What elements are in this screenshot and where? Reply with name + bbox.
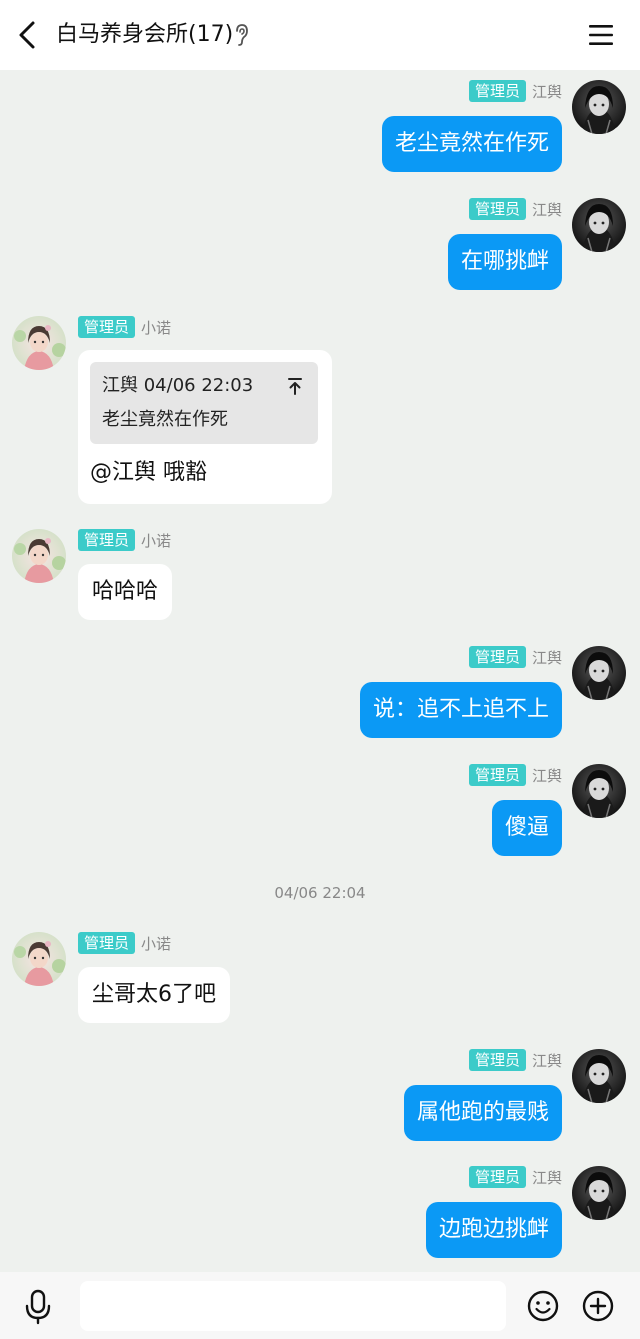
chat-title: 白马养身会所(17) <box>56 22 234 47</box>
reply-text: @江舆 哦豁 <box>90 460 207 485</box>
avatar[interactable] <box>572 1166 626 1220</box>
sender-meta: 管理员 小诺 <box>78 932 171 954</box>
admin-badge: 管理员 <box>468 1049 526 1071</box>
message-bubble[interactable]: 老尘竟然在作死 <box>381 116 562 172</box>
chevron-left-icon[interactable] <box>12 18 44 52</box>
sender-name: 江舆 <box>531 82 562 101</box>
message-bubble[interactable]: 哈哈哈 <box>78 564 173 620</box>
sender-meta: 管理员 江舆 <box>468 1166 562 1188</box>
admin-badge: 管理员 <box>78 316 136 338</box>
message-bubble[interactable]: 在哪挑衅 <box>447 234 562 290</box>
message-bubble[interactable]: 尘哥太6了吧 <box>78 967 230 1023</box>
time-separator: 04/06 22:04 <box>274 884 366 902</box>
avatar[interactable] <box>572 80 626 134</box>
message-bubble[interactable]: 边跑边挑衅 <box>425 1202 562 1258</box>
sender-meta: 管理员 小诺 <box>78 316 171 338</box>
sender-name: 小诺 <box>141 934 172 953</box>
admin-badge: 管理员 <box>468 646 526 668</box>
ear-icon[interactable] <box>232 22 252 48</box>
admin-badge: 管理员 <box>468 764 526 786</box>
message-bubble[interactable]: 说：追不上追不上 <box>359 682 562 738</box>
jump-to-quote-icon[interactable] <box>286 376 304 396</box>
avatar[interactable] <box>572 764 626 818</box>
admin-badge: 管理员 <box>78 932 136 954</box>
admin-badge: 管理员 <box>468 80 526 102</box>
input-bar <box>0 1272 640 1339</box>
admin-badge: 管理员 <box>468 198 526 220</box>
quote-header: 江舆 04/06 22:03 <box>102 375 254 396</box>
admin-badge: 管理员 <box>468 1166 526 1188</box>
plus-icon[interactable] <box>581 1289 615 1323</box>
quote-text: 老尘竟然在作死 <box>102 409 228 430</box>
sender-meta: 管理员 江舆 <box>468 764 562 786</box>
sender-name: 江舆 <box>531 1051 562 1070</box>
sender-meta: 管理员 江舆 <box>468 198 562 220</box>
avatar[interactable] <box>572 646 626 700</box>
message-input[interactable] <box>80 1281 506 1331</box>
sender-name: 小诺 <box>141 318 172 337</box>
microphone-icon[interactable] <box>22 1288 54 1326</box>
quoted-message[interactable]: 江舆 04/06 22:03 老尘竟然在作死 <box>90 362 318 444</box>
hamburger-menu-icon[interactable] <box>586 20 616 50</box>
sender-name: 江舆 <box>531 1168 562 1187</box>
reply-bubble[interactable]: 江舆 04/06 22:03 老尘竟然在作死 @江舆 哦豁 <box>78 350 332 504</box>
sender-meta: 管理员 小诺 <box>78 529 171 551</box>
avatar[interactable] <box>12 932 66 986</box>
sender-name: 江舆 <box>531 200 562 219</box>
sender-name: 小诺 <box>141 531 172 550</box>
avatar[interactable] <box>572 1049 626 1103</box>
avatar[interactable] <box>12 316 66 370</box>
emoji-icon[interactable] <box>526 1289 560 1323</box>
sender-meta: 管理员 江舆 <box>468 1049 562 1071</box>
top-bar: 白马养身会所(17) <box>0 0 640 70</box>
sender-meta: 管理员 江舆 <box>468 646 562 668</box>
message-bubble[interactable]: 傻逼 <box>491 800 562 856</box>
avatar[interactable] <box>572 198 626 252</box>
sender-name: 江舆 <box>531 648 562 667</box>
sender-name: 江舆 <box>531 766 562 785</box>
avatar[interactable] <box>12 529 66 583</box>
sender-meta: 管理员 江舆 <box>468 80 562 102</box>
message-bubble[interactable]: 属他跑的最贱 <box>403 1085 562 1141</box>
admin-badge: 管理员 <box>78 529 136 551</box>
